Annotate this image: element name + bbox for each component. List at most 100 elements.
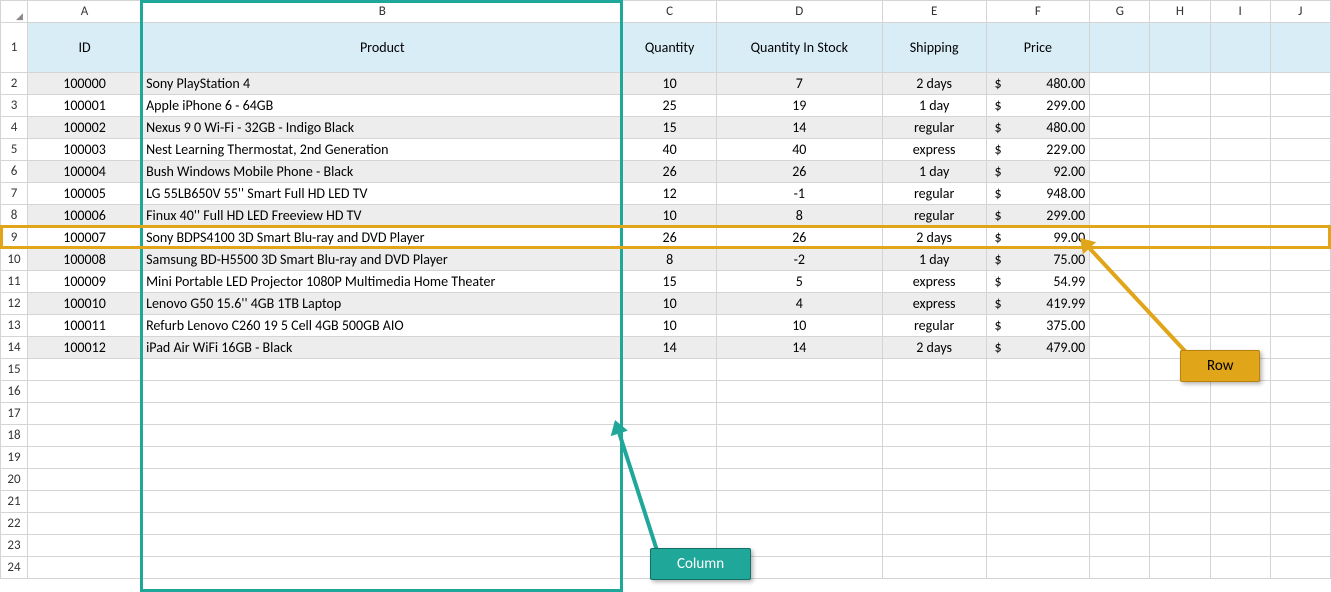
cell-F19[interactable] [986,447,1090,469]
cell-J12[interactable] [1270,293,1330,315]
cell-H11[interactable] [1150,271,1210,293]
cell-B13[interactable]: Refurb Lenovo C260 19 5 Cell 4GB 500GB A… [142,315,623,337]
cell-H3[interactable] [1150,95,1210,117]
cell-F8[interactable]: $299.00 [986,205,1090,227]
cell-C7[interactable]: 12 [623,183,716,205]
column-header-D[interactable]: D [716,1,882,23]
cell-J5[interactable] [1270,139,1330,161]
cell-B9[interactable]: Sony BDPS4100 3D Smart Blu-ray and DVD P… [142,227,623,249]
row-header-15[interactable]: 15 [1,359,28,381]
cell-J21[interactable] [1270,491,1330,513]
cell-C3[interactable]: 25 [623,95,716,117]
cell-E20[interactable] [882,469,986,491]
cell-B10[interactable]: Samsung BD-H5500 3D Smart Blu-ray and DV… [142,249,623,271]
cell-F17[interactable] [986,403,1090,425]
cell-A9[interactable]: 100007 [27,227,141,249]
cell-J13[interactable] [1270,315,1330,337]
cell-A7[interactable]: 100005 [27,183,141,205]
cell-F16[interactable] [986,381,1090,403]
cell-J6[interactable] [1270,161,1330,183]
row-header-11[interactable]: 11 [1,271,28,293]
row-header-9[interactable]: 9 [1,227,28,249]
select-all-corner[interactable]: ◢ [1,1,28,23]
cell-B23[interactable] [142,535,623,557]
cell-F10[interactable]: $75.00 [986,249,1090,271]
cell-B12[interactable]: Lenovo G50 15.6'' 4GB 1TB Laptop [142,293,623,315]
cell-J19[interactable] [1270,447,1330,469]
cell-G16[interactable] [1090,381,1150,403]
cell-G17[interactable] [1090,403,1150,425]
row-header-19[interactable]: 19 [1,447,28,469]
cell-C16[interactable] [623,381,716,403]
column-header-C[interactable]: C [623,1,716,23]
cell-J4[interactable] [1270,117,1330,139]
cell-I8[interactable] [1210,205,1270,227]
cell-G19[interactable] [1090,447,1150,469]
cell-J9[interactable] [1270,227,1330,249]
cell-D4[interactable]: 14 [716,117,882,139]
cell-D14[interactable]: 14 [716,337,882,359]
cell-G5[interactable] [1090,139,1150,161]
cell-H18[interactable] [1150,425,1210,447]
cell-B8[interactable]: Finux 40'' Full HD LED Freeview HD TV [142,205,623,227]
cell-I24[interactable] [1210,557,1270,579]
row-header-3[interactable]: 3 [1,95,28,117]
cell-F14[interactable]: $479.00 [986,337,1090,359]
cell-E9[interactable]: 2 days [882,227,986,249]
cell-B24[interactable] [142,557,623,579]
cell-G6[interactable] [1090,161,1150,183]
cell-A17[interactable] [27,403,141,425]
cell-E14[interactable]: 2 days [882,337,986,359]
cell-A21[interactable] [27,491,141,513]
cell-C22[interactable] [623,513,716,535]
cell-I1[interactable] [1210,23,1270,73]
row-header-4[interactable]: 4 [1,117,28,139]
cell-B5[interactable]: Nest Learning Thermostat, 2nd Generation [142,139,623,161]
cell-J15[interactable] [1270,359,1330,381]
cell-I23[interactable] [1210,535,1270,557]
cell-B16[interactable] [142,381,623,403]
cell-C13[interactable]: 10 [623,315,716,337]
cell-C8[interactable]: 10 [623,205,716,227]
row-header-17[interactable]: 17 [1,403,28,425]
cell-H12[interactable] [1150,293,1210,315]
cell-G12[interactable] [1090,293,1150,315]
cell-F5[interactable]: $229.00 [986,139,1090,161]
cell-D15[interactable] [716,359,882,381]
cell-I3[interactable] [1210,95,1270,117]
cell-D18[interactable] [716,425,882,447]
cell-D16[interactable] [716,381,882,403]
cell-H8[interactable] [1150,205,1210,227]
cell-G20[interactable] [1090,469,1150,491]
cell-I4[interactable] [1210,117,1270,139]
cell-D19[interactable] [716,447,882,469]
cell-D2[interactable]: 7 [716,73,882,95]
cell-D7[interactable]: -1 [716,183,882,205]
column-header-F[interactable]: F [986,1,1090,23]
cell-G9[interactable] [1090,227,1150,249]
cell-C9[interactable]: 26 [623,227,716,249]
cell-F24[interactable] [986,557,1090,579]
cell-B11[interactable]: Mini Portable LED Projector 1080P Multim… [142,271,623,293]
cell-G11[interactable] [1090,271,1150,293]
cell-G4[interactable] [1090,117,1150,139]
row-header-18[interactable]: 18 [1,425,28,447]
cell-H5[interactable] [1150,139,1210,161]
cell-I12[interactable] [1210,293,1270,315]
cell-I17[interactable] [1210,403,1270,425]
cell-E18[interactable] [882,425,986,447]
cell-J2[interactable] [1270,73,1330,95]
cell-A5[interactable]: 100003 [27,139,141,161]
cell-E3[interactable]: 1 day [882,95,986,117]
cell-A12[interactable]: 100010 [27,293,141,315]
cell-A18[interactable] [27,425,141,447]
cell-F20[interactable] [986,469,1090,491]
cell-E24[interactable] [882,557,986,579]
row-header-8[interactable]: 8 [1,205,28,227]
column-header-A[interactable]: A [27,1,141,23]
row-header-16[interactable]: 16 [1,381,28,403]
row-header-6[interactable]: 6 [1,161,28,183]
cell-E2[interactable]: 2 days [882,73,986,95]
cell-F2[interactable]: $480.00 [986,73,1090,95]
cell-D11[interactable]: 5 [716,271,882,293]
